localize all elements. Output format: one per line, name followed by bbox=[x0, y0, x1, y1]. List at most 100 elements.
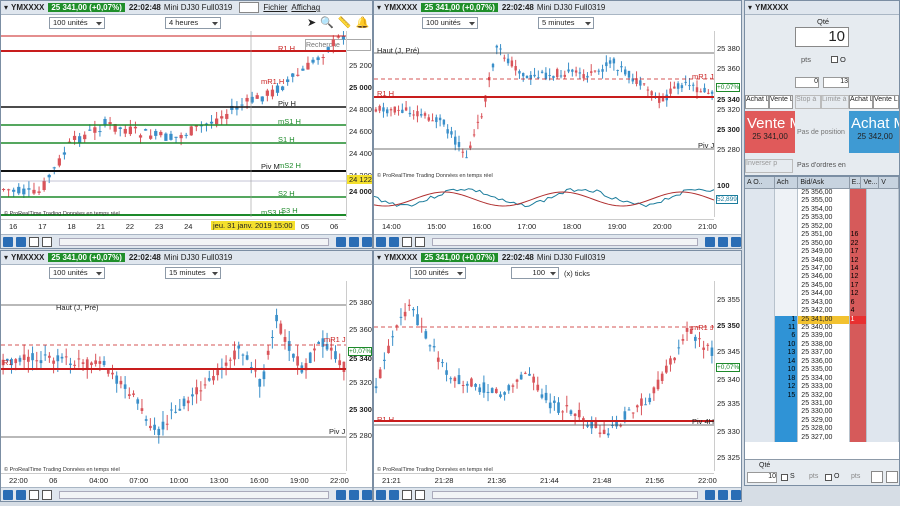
dom-row[interactable]: 25 355,00 bbox=[745, 197, 899, 206]
alert-icon[interactable]: 🔔 bbox=[356, 16, 370, 29]
dom-cell[interactable] bbox=[849, 189, 868, 198]
zoom-in-icon[interactable] bbox=[336, 489, 346, 500]
dom-cell[interactable] bbox=[774, 416, 799, 426]
dom-cell[interactable]: 14 bbox=[774, 357, 799, 367]
dom-cell[interactable]: 1 bbox=[849, 315, 868, 324]
dom-cell[interactable] bbox=[774, 256, 799, 265]
dom-cell[interactable]: 25 329,00 bbox=[798, 416, 850, 426]
dom-cell[interactable] bbox=[745, 273, 775, 282]
dom-cell[interactable]: 17 bbox=[849, 248, 868, 257]
dom-cell[interactable]: 4 bbox=[849, 307, 868, 316]
dom-cell[interactable]: 25 351,00 bbox=[798, 231, 850, 240]
zoom-in-icon[interactable] bbox=[336, 236, 346, 247]
dom-cell[interactable] bbox=[745, 214, 775, 223]
checkbox[interactable] bbox=[831, 56, 838, 63]
dom-cell[interactable] bbox=[774, 189, 799, 198]
dom-cell[interactable] bbox=[745, 383, 775, 392]
dom-cell[interactable] bbox=[867, 248, 899, 257]
dom-cell[interactable]: 25 336,00 bbox=[798, 357, 850, 367]
dom-row[interactable]: 10 25 335,00 bbox=[745, 366, 899, 375]
dom-row[interactable]: 25 343,00 6 bbox=[745, 298, 899, 308]
grid-icon[interactable] bbox=[42, 489, 52, 500]
menu-fichier[interactable]: Fichier bbox=[263, 3, 287, 12]
dom-cell[interactable] bbox=[867, 374, 899, 384]
dom-cell[interactable] bbox=[774, 425, 799, 434]
dom-cell[interactable] bbox=[867, 214, 899, 223]
units-select[interactable]: 100 unités bbox=[422, 17, 478, 29]
dom-cell[interactable] bbox=[867, 408, 899, 417]
dom-row[interactable]: 1 25 341,00 1 bbox=[745, 315, 899, 324]
dom-cell[interactable] bbox=[745, 189, 775, 198]
dom-cell[interactable] bbox=[745, 222, 775, 232]
dom-cell[interactable] bbox=[745, 307, 775, 316]
dom-cell[interactable] bbox=[867, 273, 899, 282]
dom-cell[interactable] bbox=[774, 298, 799, 308]
dom-cell[interactable] bbox=[745, 340, 775, 350]
candlestick-chart-5min[interactable] bbox=[374, 31, 714, 179]
dom-cell[interactable]: 18 bbox=[774, 374, 799, 384]
dom-cell[interactable]: 1 bbox=[774, 315, 799, 324]
dom-cell[interactable]: 6 bbox=[774, 332, 799, 341]
units-select[interactable]: 100 unités bbox=[49, 267, 105, 279]
dom-cell[interactable] bbox=[867, 281, 899, 291]
dom-cell[interactable] bbox=[745, 256, 775, 265]
dom-cell[interactable]: 25 347,00 bbox=[798, 264, 850, 274]
dom-cell[interactable] bbox=[774, 307, 799, 316]
font-icon[interactable] bbox=[16, 489, 26, 500]
dom-cell[interactable]: 13 bbox=[774, 349, 799, 358]
dom-cell[interactable] bbox=[849, 374, 868, 384]
dom-cell[interactable] bbox=[774, 273, 799, 282]
horizontal-scrollbar[interactable] bbox=[432, 490, 698, 499]
dom-cell[interactable]: 25 341,00 bbox=[798, 315, 850, 324]
dom-cell[interactable]: 25 339,00 bbox=[798, 332, 850, 341]
dom-cell[interactable]: 15 bbox=[774, 391, 799, 400]
dom-row[interactable]: 25 352,00 bbox=[745, 222, 899, 232]
qty-input[interactable]: 10 bbox=[795, 27, 849, 47]
dom-cell[interactable]: 25 335,00 bbox=[798, 366, 850, 375]
dom-row[interactable]: 25 331,00 bbox=[745, 399, 899, 409]
dom-cell[interactable] bbox=[774, 408, 799, 417]
font-icon[interactable] bbox=[389, 236, 399, 247]
dom-cell[interactable] bbox=[849, 416, 868, 426]
dom-cell[interactable] bbox=[745, 357, 775, 367]
dom-cell[interactable]: 25 342,00 bbox=[798, 307, 850, 316]
dom-row[interactable]: 18 25 334,00 bbox=[745, 374, 899, 384]
dom-cell[interactable] bbox=[867, 349, 899, 358]
dom-cell[interactable]: 25 334,00 bbox=[798, 374, 850, 384]
reverse-position-button[interactable]: Inverser p bbox=[745, 159, 793, 173]
dom-cell[interactable] bbox=[774, 248, 799, 257]
dom-cell[interactable] bbox=[745, 366, 775, 375]
share-icon[interactable] bbox=[3, 236, 13, 247]
dom-cell[interactable]: 10 bbox=[774, 340, 799, 350]
confirm-icon[interactable] bbox=[871, 471, 883, 483]
dom-cell[interactable] bbox=[867, 205, 899, 215]
dom-cell[interactable]: 17 bbox=[849, 281, 868, 291]
buy-limit-button[interactable]: Achat L bbox=[745, 95, 769, 109]
dom-cell[interactable] bbox=[745, 298, 775, 308]
zoom-reset-icon[interactable] bbox=[731, 489, 741, 500]
dom-cell[interactable]: 25 331,00 bbox=[798, 399, 850, 409]
dom-row[interactable]: 25 348,00 12 bbox=[745, 256, 899, 265]
zoom-out-icon[interactable] bbox=[349, 489, 359, 500]
table-icon[interactable] bbox=[402, 489, 412, 500]
dom-row[interactable]: 25 353,00 bbox=[745, 214, 899, 223]
dom-row[interactable]: 25 354,00 bbox=[745, 205, 899, 215]
dom-cell[interactable]: 16 bbox=[849, 231, 868, 240]
dom-cell[interactable] bbox=[867, 307, 899, 316]
dom-row[interactable]: 25 349,00 17 bbox=[745, 248, 899, 257]
dom-cell[interactable]: 25 344,00 bbox=[798, 290, 850, 299]
checkbox[interactable] bbox=[825, 474, 832, 481]
dom-cell[interactable] bbox=[867, 197, 899, 206]
candlestick-chart-ticks[interactable] bbox=[374, 281, 714, 471]
dom-cell[interactable] bbox=[745, 281, 775, 291]
checkbox[interactable] bbox=[781, 474, 788, 481]
buy-limit-button-right[interactable]: Achat L bbox=[849, 95, 873, 109]
dom-cell[interactable] bbox=[867, 222, 899, 232]
dom-cell[interactable]: 25 332,00 bbox=[798, 391, 850, 400]
dom-cell[interactable] bbox=[745, 231, 775, 240]
dom-cell[interactable] bbox=[849, 433, 868, 443]
zoom-in-icon[interactable] bbox=[705, 489, 715, 500]
dom-cell[interactable] bbox=[745, 332, 775, 341]
dom-cell[interactable] bbox=[774, 222, 799, 232]
dom-row[interactable]: 25 344,00 12 bbox=[745, 290, 899, 299]
